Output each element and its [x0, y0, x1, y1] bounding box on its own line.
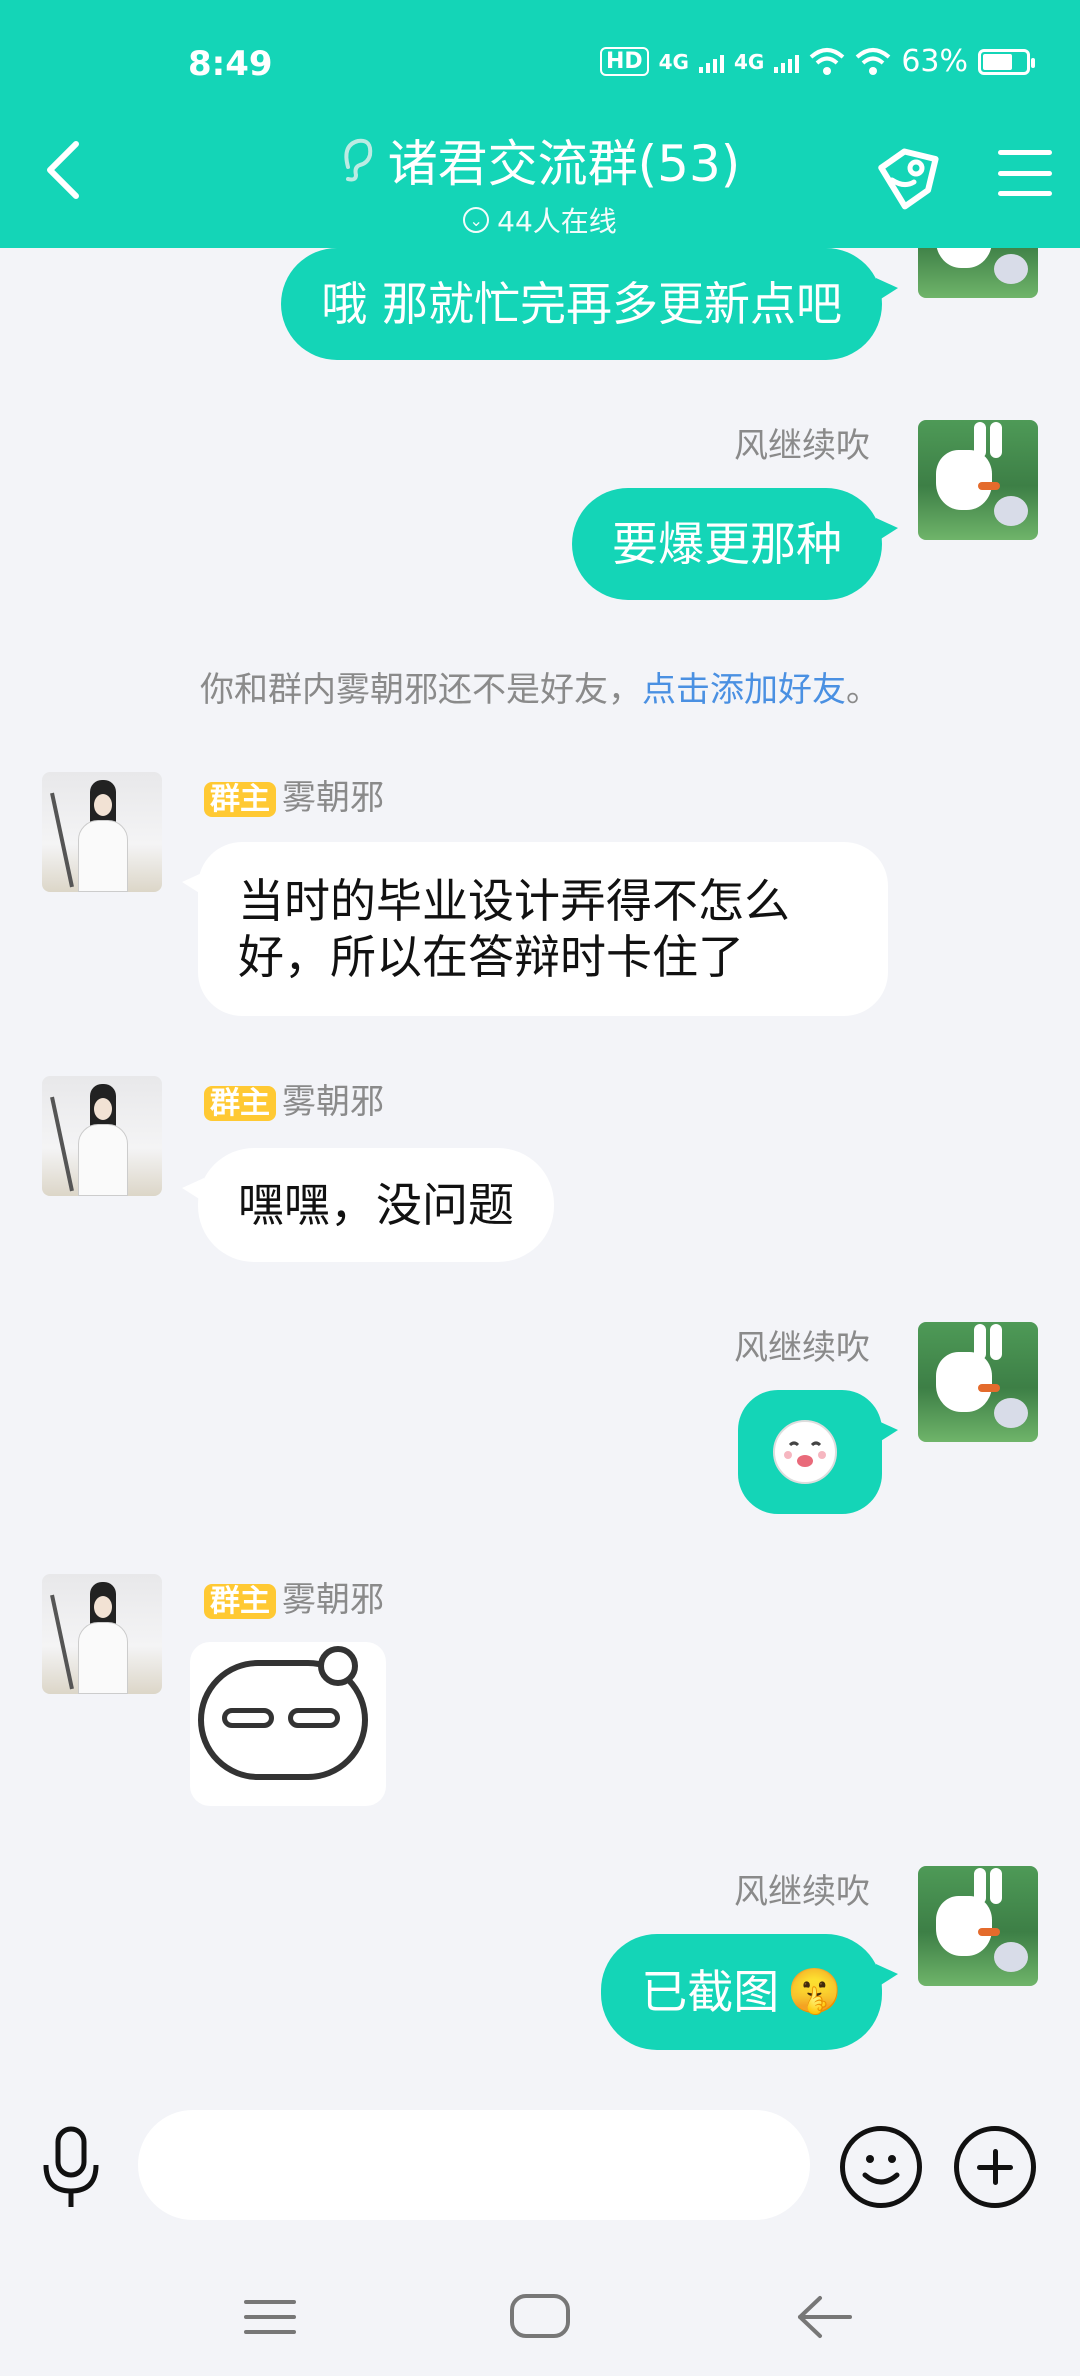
avatar-self[interactable] — [918, 420, 1038, 540]
sender-name: 风继续吹 — [734, 1328, 870, 1368]
chat-title[interactable]: 诸君交流群(53) — [340, 124, 741, 196]
message-bubble-in[interactable]: 当时的毕业设计弄得不怎么 好，所以在答辩时卡住了 — [182, 842, 888, 1016]
sticker-image[interactable] — [190, 1642, 386, 1806]
emoji-button[interactable] — [840, 2126, 922, 2208]
plus-button[interactable] — [954, 2126, 1036, 2208]
avatar-group-owner[interactable] — [42, 1076, 162, 1196]
sender-name: 风继续吹 — [734, 1872, 870, 1912]
signal-icon — [698, 51, 724, 73]
sender-line: 群主 雾朝邪 — [204, 1074, 384, 1123]
avatar-group-owner[interactable] — [42, 772, 162, 892]
sender-line: 群主 雾朝邪 — [204, 770, 384, 819]
online-count[interactable]: ⌄ 44人在线 — [463, 200, 617, 240]
message-input[interactable] — [138, 2110, 810, 2220]
chat-header: 8:49 HD 4G 4G 63% 诸君交流群(53) ⌄ 44人在线 — [0, 0, 1080, 248]
avatar-self[interactable] — [918, 1322, 1038, 1442]
battery-percent: 63% — [901, 44, 968, 79]
hd-badge: HD — [599, 47, 649, 76]
notice-suffix: 。 — [846, 670, 880, 710]
tag-icon[interactable] — [870, 142, 940, 212]
sender-name: 雾朝邪 — [282, 1082, 384, 1122]
smiling-face-icon — [773, 1420, 837, 1484]
nav-back-icon[interactable] — [796, 2292, 852, 2342]
sender-line: 群主 雾朝邪 — [204, 1572, 384, 1621]
message-bubble-out[interactable] — [738, 1390, 898, 1514]
ear-icon — [344, 138, 372, 182]
wifi-icon-2 — [855, 47, 891, 75]
message-bubble-in[interactable]: 嘿嘿，没问题 — [182, 1148, 554, 1262]
message-text: 嘿嘿，没问题 — [238, 1178, 514, 1232]
chat-title-text: 诸君交流群(53) — [387, 135, 741, 193]
message-bubble-out[interactable]: 要爆更那种 — [572, 488, 898, 600]
online-count-text: 44人在线 — [497, 205, 617, 238]
wifi-icon — [809, 47, 845, 75]
avatar-self[interactable] — [918, 1866, 1038, 1986]
message-text-line2: 好，所以在答辩时卡住了 — [238, 930, 744, 984]
message-text: 哦 那就忙完再多更新点吧 — [321, 277, 842, 331]
net-4g-label: 4G — [658, 49, 689, 74]
message-bubble-out[interactable]: 已截图 🤫 — [601, 1934, 898, 2050]
sender-name: 雾朝邪 — [282, 778, 384, 818]
nav-home-icon[interactable] — [510, 2294, 570, 2338]
menu-button[interactable] — [998, 150, 1052, 196]
signal-icon-2 — [774, 51, 800, 73]
add-friend-link[interactable]: 点击添加好友 — [642, 670, 846, 710]
smiley-icon — [862, 2155, 900, 2185]
nav-menu-icon[interactable] — [244, 2300, 296, 2334]
message-text-line1: 当时的毕业设计弄得不怎么 — [238, 874, 790, 928]
battery-icon — [978, 48, 1035, 75]
avatar-group-owner[interactable] — [42, 1574, 162, 1694]
sender-name: 雾朝邪 — [282, 1580, 384, 1620]
status-icons: HD 4G 4G 63% — [599, 44, 1035, 79]
message-bubble-out[interactable]: 哦 那就忙完再多更新点吧 — [281, 248, 898, 360]
friend-notice: 你和群内雾朝邪还不是好友，点击添加好友。 — [0, 662, 1080, 711]
status-time: 8:49 — [188, 44, 273, 84]
message-text: 已截图 — [641, 1965, 780, 2019]
chevron-down-icon: ⌄ — [463, 207, 490, 233]
notice-text: 你和群内雾朝邪还不是好友， — [200, 670, 642, 710]
net-4g-label-2: 4G — [733, 49, 765, 74]
owner-badge: 群主 — [204, 1584, 276, 1619]
message-text: 要爆更那种 — [612, 517, 842, 571]
sender-name: 风继续吹 — [734, 426, 870, 466]
shushing-face-icon: 🤫 — [787, 1966, 842, 2017]
microphone-icon[interactable] — [38, 2125, 104, 2211]
owner-badge: 群主 — [204, 1086, 276, 1121]
owner-badge: 群主 — [204, 782, 276, 817]
